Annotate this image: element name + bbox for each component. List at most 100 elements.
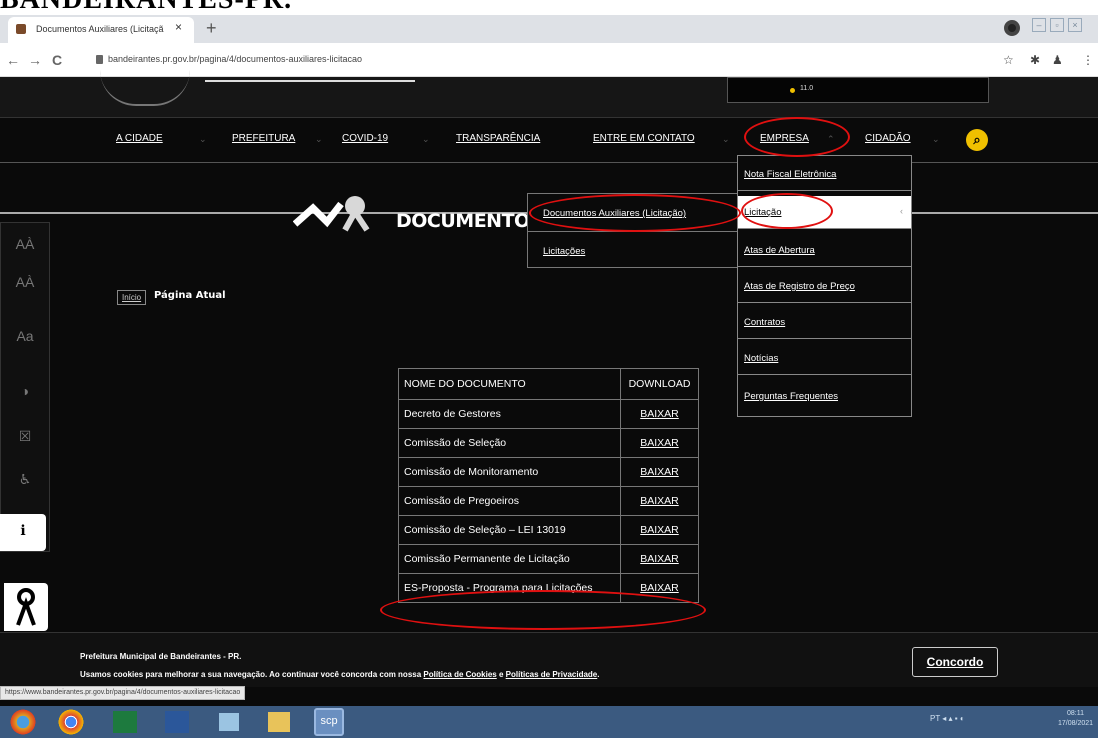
table-header-row: NOME DO DOCUMENTO DOWNLOAD [398,368,699,400]
logo-divider [205,80,415,82]
menu-item-nota-fiscal[interactable]: Nota Fiscal Eletrônica [738,158,911,191]
no-image-button[interactable]: ☒ [0,420,50,457]
folder-icon[interactable] [264,708,294,736]
reload-button[interactable]: C [52,52,62,68]
window-close-icon[interactable]: × [1068,18,1082,32]
table-row: Comissão de Monitoramento BAIXAR [398,457,699,487]
info-button[interactable]: ℹ [0,514,46,551]
account-icon[interactable]: ♟ [1052,53,1063,67]
contrast-button[interactable]: ◑ [0,375,50,412]
nav-item-cidadao[interactable]: CIDADÃO [865,133,911,144]
minimize-icon[interactable]: – [1032,18,1046,32]
menu-item-atas-registro[interactable]: Atas de Registro de Preço [738,270,911,303]
chevron-down-icon: ⌄ [932,134,940,144]
excel-icon[interactable] [110,708,140,736]
download-link[interactable]: BAIXAR [640,466,679,478]
clock-time: 08:11 [1067,710,1085,717]
submenu-divider [527,231,741,232]
cookie-conjunction: e [496,670,506,679]
download-link[interactable]: BAIXAR [640,495,679,507]
font-increase-button[interactable]: AÀ [0,228,50,265]
wheelchair-icon[interactable]: ♿ [0,463,50,500]
weather-widget [727,77,989,103]
search-icon[interactable]: ⌕ [966,129,988,151]
forward-button[interactable]: → [28,52,42,68]
menu-item-perguntas[interactable]: Perguntas Frequentes [738,380,911,413]
cookie-title: Prefeitura Municipal de Bandeirantes - P… [80,652,242,661]
menu-icon[interactable]: ⋮ [1082,53,1094,67]
chevron-down-icon: ⌄ [199,134,207,144]
new-tab-button[interactable]: + [206,18,217,39]
download-link[interactable]: BAIXAR [640,437,679,449]
browser-tab[interactable]: Documentos Auxiliares (Licitaçã [8,17,194,43]
status-url: https://www.bandeirantes.pr.gov.br/pagin… [0,686,246,700]
accept-cookies-button[interactable]: Concordo [912,647,998,677]
tab-title: Documentos Auxiliares (Licitaçã [36,24,164,34]
document-name: ES-Proposta - Programa para Licitações [398,573,621,603]
document-name: Comissão de Seleção [398,428,621,458]
system-tray[interactable]: PT ◂ ▴ ▪ ◐ [930,714,965,723]
chevron-left-icon: ‹ [900,206,903,216]
profile-icon[interactable] [1004,20,1020,36]
submenu-item-licitacoes[interactable]: Licitações [527,234,741,271]
sun-icon [790,88,795,93]
table-row: Comissão de Seleção – LEI 13019 BAIXAR [398,515,699,545]
chevron-down-icon: ⌄ [315,134,323,144]
back-button[interactable]: ← [6,52,20,68]
font-reset-button[interactable]: Aa [0,320,50,357]
chevron-down-icon: ⌄ [422,134,430,144]
chrome-icon[interactable] [56,708,86,736]
nav-item-prefeitura[interactable]: PREFEITURA [232,133,295,144]
tab-close-icon[interactable]: × [175,20,182,34]
maximize-icon[interactable]: ▫ [1050,18,1064,32]
lock-icon [96,55,103,64]
table-row: Decreto de Gestores BAIXAR [398,399,699,429]
font-decrease-button[interactable]: AÀ [0,266,50,303]
scp-app-icon[interactable]: scp [314,708,344,736]
menu-item-noticias[interactable]: Notícias [738,342,911,375]
word-icon[interactable] [162,708,192,736]
extensions-icon[interactable]: ✱ [1030,53,1040,67]
table-row: Comissão de Seleção BAIXAR [398,428,699,458]
nav-item-entre-em-contato[interactable]: ENTRE EM CONTATO [593,133,695,144]
download-link[interactable]: BAIXAR [640,553,679,565]
weather-temp: 11.0 [800,85,814,92]
cookie-message: Usamos cookies para melhorar a sua naveg… [80,670,424,679]
privacy-policy-link[interactable]: Políticas de Privacidade [506,670,598,679]
chevron-up-icon: ⌃ [827,134,835,144]
breadcrumb-home[interactable]: Início [117,290,147,305]
url-input[interactable]: bandeirantes.pr.gov.br/pagina/4/document… [90,50,990,70]
menu-item-label: Licitação [744,207,782,218]
documents-table: NOME DO DOCUMENTO DOWNLOAD Decreto de Ge… [398,368,699,603]
ribbon-logo-icon [293,196,370,232]
tab-favicon-icon [16,24,26,34]
start-button[interactable] [8,708,38,736]
cookie-policy-link[interactable]: Política de Cookies [423,670,496,679]
star-icon[interactable]: ☆ [1003,53,1014,67]
download-link[interactable]: BAIXAR [640,582,679,594]
download-link[interactable]: BAIXAR [640,408,679,420]
clock-date: 17/08/2021 [1058,720,1094,727]
nav-item-empresa[interactable]: EMPRESA [760,133,809,144]
menu-item-atas-abertura[interactable]: Atas de Abertura [738,234,911,267]
nav-item-transparencia[interactable]: TRANSPARÊNCIA [456,133,540,144]
menu-item-licitacao[interactable]: Licitação ‹ [738,196,911,229]
document-name: Comissão de Seleção – LEI 13019 [398,515,621,545]
notepad-icon[interactable] [214,708,244,736]
ribbon-icon[interactable] [4,583,48,631]
document-name: Comissão Permanente de Licitação [398,544,621,574]
menu-item-contratos[interactable]: Contratos [738,306,911,339]
nav-item-a-cidade[interactable]: A CIDADE [116,133,163,144]
table-row: Comissão Permanente de Licitação BAIXAR [398,544,699,574]
document-name: Comissão de Pregoeiros [398,486,621,516]
breadcrumb-current: Página Atual [154,290,226,301]
column-header-download: DOWNLOAD [620,368,699,400]
submenu-item-documentos-auxiliares[interactable]: Documentos Auxiliares (Licitação) [527,196,741,233]
download-link[interactable]: BAIXAR [640,524,679,536]
document-name: Decreto de Gestores [398,399,621,429]
nav-item-covid[interactable]: COVID-19 [342,133,388,144]
table-row: Comissão de Pregoeiros BAIXAR [398,486,699,516]
clock[interactable]: 08:11 17/08/2021 [1058,709,1093,729]
column-header-name: NOME DO DOCUMENTO [398,368,621,400]
cookie-period: . [597,670,600,679]
